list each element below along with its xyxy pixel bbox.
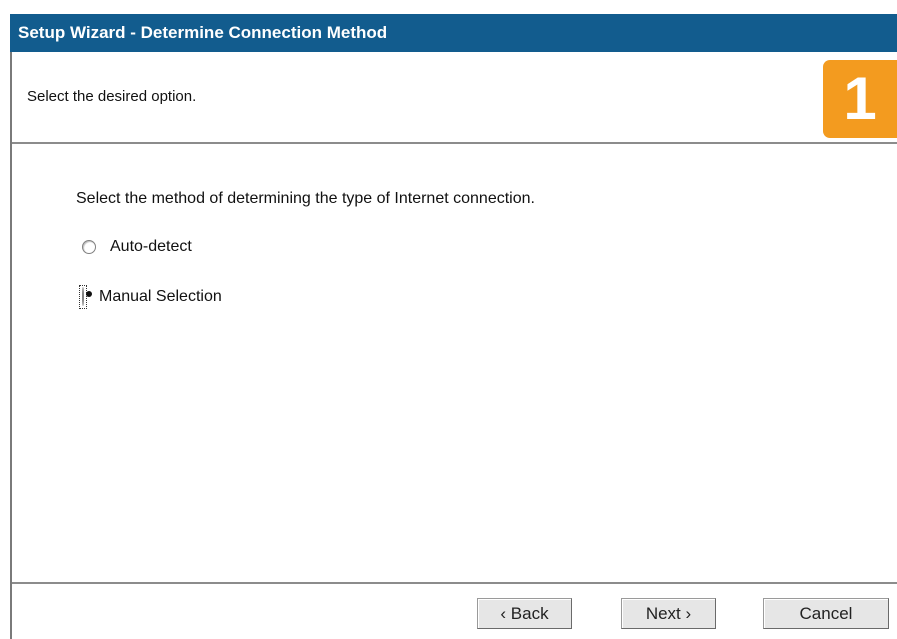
- instruction-text: Select the desired option.: [27, 88, 197, 105]
- connection-method-prompt: Select the method of determining the typ…: [76, 190, 535, 207]
- content-panel: Select the method of determining the typ…: [12, 144, 897, 582]
- manual-selection-label: Manual Selection: [99, 288, 222, 305]
- back-button[interactable]: ‹ Back: [477, 598, 572, 629]
- cancel-button[interactable]: Cancel: [763, 598, 889, 629]
- manual-selection-radio[interactable]: [82, 287, 84, 306]
- button-bar: ‹ Back Next › Cancel: [12, 582, 897, 639]
- header-panel: Select the desired option. 1: [12, 52, 897, 144]
- setup-wizard-window: Setup Wizard - Determine Connection Meth…: [0, 0, 897, 639]
- auto-detect-option[interactable]: Auto-detect: [82, 235, 192, 259]
- focus-indicator: [79, 285, 87, 309]
- top-edge: [0, 0, 897, 14]
- next-button[interactable]: Next ›: [621, 598, 716, 629]
- auto-detect-radio[interactable]: [82, 240, 96, 254]
- step-number-badge: 1: [823, 60, 897, 138]
- auto-detect-label: Auto-detect: [110, 238, 192, 255]
- manual-selection-option[interactable]: Manual Selection: [79, 285, 222, 309]
- window-title: Setup Wizard - Determine Connection Meth…: [10, 14, 897, 52]
